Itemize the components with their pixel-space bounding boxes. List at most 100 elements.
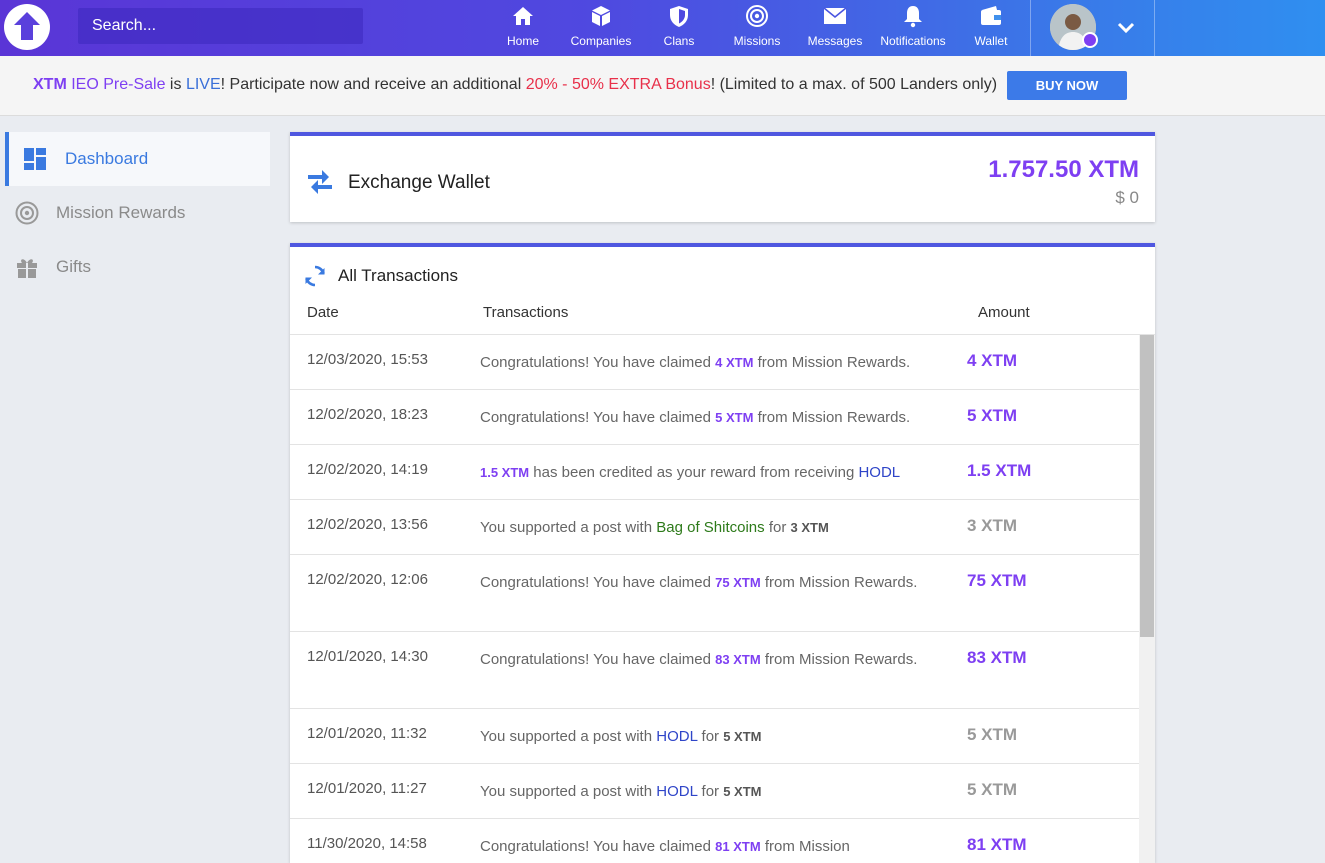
- wallet-title: Exchange Wallet: [348, 172, 490, 193]
- transactions-card: All Transactions Date Transactions Amoun…: [290, 243, 1155, 863]
- row-date: 11/30/2020, 14:58: [307, 835, 427, 852]
- row-description: You supported a post with Bag of Shitcoi…: [480, 517, 955, 539]
- profile-menu[interactable]: [1030, 0, 1155, 56]
- xtm-amount-inline: 3 XTM: [790, 520, 829, 535]
- nav-messages-label: Messages: [807, 34, 863, 48]
- post-link[interactable]: HODL: [656, 728, 697, 745]
- row-amount: 5 XTM: [967, 780, 1018, 799]
- table-row: 12/02/2020, 14:19 1.5 XTM has been credit…: [290, 445, 1139, 500]
- chevron-down-icon[interactable]: [1116, 18, 1136, 38]
- column-header-amount: Amount: [978, 304, 1030, 321]
- xtm-amount-inline: 81 XTM: [715, 839, 761, 854]
- exchange-wallet-card: Exchange Wallet 1.757.50 XTM $ 0: [290, 132, 1155, 222]
- xtm-amount-inline: 75 XTM: [715, 575, 761, 590]
- row-text: for: [764, 519, 791, 536]
- row-description: Congratulations! You have claimed 75 XTM…: [480, 572, 955, 594]
- nav-companies-label: Companies: [570, 34, 632, 48]
- exchange-arrows-icon: [308, 170, 332, 194]
- row-amount: 81 XTM: [967, 835, 1027, 854]
- row-text: Congratulations! You have claimed: [480, 838, 716, 855]
- row-description: You supported a post with HODL for 5 XTM: [480, 781, 955, 803]
- row-date: 12/02/2020, 13:56: [307, 516, 428, 533]
- row-date: 12/01/2020, 11:32: [307, 725, 427, 742]
- row-amount: 5 XTM: [967, 406, 1018, 425]
- target-icon: [746, 5, 768, 27]
- buy-now-button[interactable]: BUY NOW: [1007, 71, 1127, 100]
- nav-companies[interactable]: Companies: [562, 0, 640, 56]
- post-link[interactable]: Bag of Shitcoins: [656, 519, 764, 536]
- row-date: 12/02/2020, 14:19: [307, 461, 428, 478]
- xtm-amount-inline: 5 XTM: [715, 410, 754, 425]
- sidebar-item-dashboard[interactable]: Dashboard: [5, 132, 270, 186]
- scrollbar-thumb[interactable]: [1140, 335, 1154, 637]
- table-row: 12/02/2020, 12:06 Congratulations! You ha…: [290, 555, 1139, 632]
- xtm-amount-inline: 4 XTM: [715, 355, 754, 370]
- post-link[interactable]: HODL: [858, 464, 900, 481]
- envelope-icon: [823, 7, 847, 24]
- announcement-body: ! Participate now and receive an additio…: [220, 76, 526, 93]
- sidebar-item-label: Dashboard: [65, 149, 149, 168]
- search-input[interactable]: [78, 8, 363, 44]
- announcement-xtm: XTM: [33, 76, 67, 93]
- row-text: from Mission Rewards.: [760, 574, 918, 591]
- row-text: has been credited as your reward from re…: [529, 464, 859, 481]
- logo-icon: [14, 12, 40, 40]
- row-text: You supported a post with: [480, 728, 657, 745]
- nav-home[interactable]: Home: [484, 0, 562, 56]
- row-text: Congratulations! You have claimed: [480, 409, 716, 426]
- target-icon: [15, 201, 39, 225]
- wallet-icon: [981, 6, 1001, 25]
- post-link[interactable]: HODL: [656, 783, 697, 800]
- nav-missions[interactable]: Missions: [718, 0, 796, 56]
- refresh-icon[interactable]: [304, 265, 326, 287]
- table-row: 12/02/2020, 13:56 You supported a post wi…: [290, 500, 1139, 555]
- scrollbar[interactable]: [1139, 335, 1155, 863]
- row-description: Congratulations! You have claimed 83 XTM…: [480, 649, 955, 671]
- row-text: for: [697, 728, 724, 745]
- sidebar-item-gifts[interactable]: Gifts: [5, 240, 270, 294]
- row-text: Congratulations! You have claimed: [480, 651, 716, 668]
- announcement-is: is: [165, 76, 186, 93]
- table-row: 12/01/2020, 14:30 Congratulations! You ha…: [290, 632, 1139, 709]
- table-row: 11/30/2020, 14:58 Congratulations! You ha…: [290, 819, 1139, 863]
- gift-icon: [17, 259, 37, 278]
- wallet-usd-value: $ 0: [1115, 188, 1139, 207]
- announcement-bonus: 20% - 50% EXTRA Bonus: [525, 76, 711, 93]
- sidebar-item-mission-rewards[interactable]: Mission Rewards: [5, 186, 270, 240]
- row-text: Congratulations! You have claimed: [480, 354, 716, 371]
- row-amount: 83 XTM: [967, 648, 1027, 667]
- row-date: 12/02/2020, 18:23: [307, 406, 428, 423]
- row-date: 12/02/2020, 12:06: [307, 571, 428, 588]
- logo[interactable]: [4, 4, 50, 50]
- column-header-date: Date: [307, 304, 339, 321]
- nav-messages[interactable]: Messages: [796, 0, 874, 56]
- row-amount: 4 XTM: [967, 351, 1018, 370]
- xtm-amount-inline: 5 XTM: [723, 729, 762, 744]
- row-text: Congratulations! You have claimed: [480, 574, 716, 591]
- nav-missions-label: Missions: [733, 34, 781, 48]
- box-icon: [592, 6, 610, 26]
- table-row: 12/01/2020, 11:27 You supported a post wi…: [290, 764, 1139, 819]
- row-amount: 1.5 XTM: [967, 461, 1032, 480]
- nav-home-label: Home: [506, 34, 539, 48]
- nav-notifications[interactable]: Notifications: [874, 0, 952, 56]
- row-amount: 3 XTM: [967, 516, 1018, 535]
- nav-wallet[interactable]: Wallet: [952, 0, 1030, 56]
- row-amount: 75 XTM: [967, 571, 1027, 590]
- xtm-amount-inline: 5 XTM: [723, 784, 762, 799]
- messenger-badge-icon: [1082, 32, 1098, 48]
- wallet-balance: 1.757.50 XTM: [988, 156, 1139, 183]
- sidebar-item-label: Mission Rewards: [56, 203, 186, 222]
- row-text: from Mission: [760, 838, 850, 855]
- row-text: from Mission Rewards.: [753, 409, 911, 426]
- announcement-bar: XTM IEO Pre-Sale is LIVE! Participate no…: [0, 56, 1325, 116]
- bell-icon: [904, 6, 922, 28]
- xtm-amount-inline: 83 XTM: [715, 652, 761, 667]
- row-text: You supported a post with: [480, 519, 657, 536]
- nav-notifications-label: Notifications: [880, 34, 946, 48]
- table-row: 12/02/2020, 18:23 Congratulations! You ha…: [290, 390, 1139, 445]
- row-description: Congratulations! You have claimed 4 XTM …: [480, 352, 955, 374]
- row-text: from Mission Rewards.: [760, 651, 918, 668]
- nav-clans[interactable]: Clans: [640, 0, 718, 56]
- announcement-limit: ! (Limited to a max. of 500 Landers only…: [710, 76, 998, 93]
